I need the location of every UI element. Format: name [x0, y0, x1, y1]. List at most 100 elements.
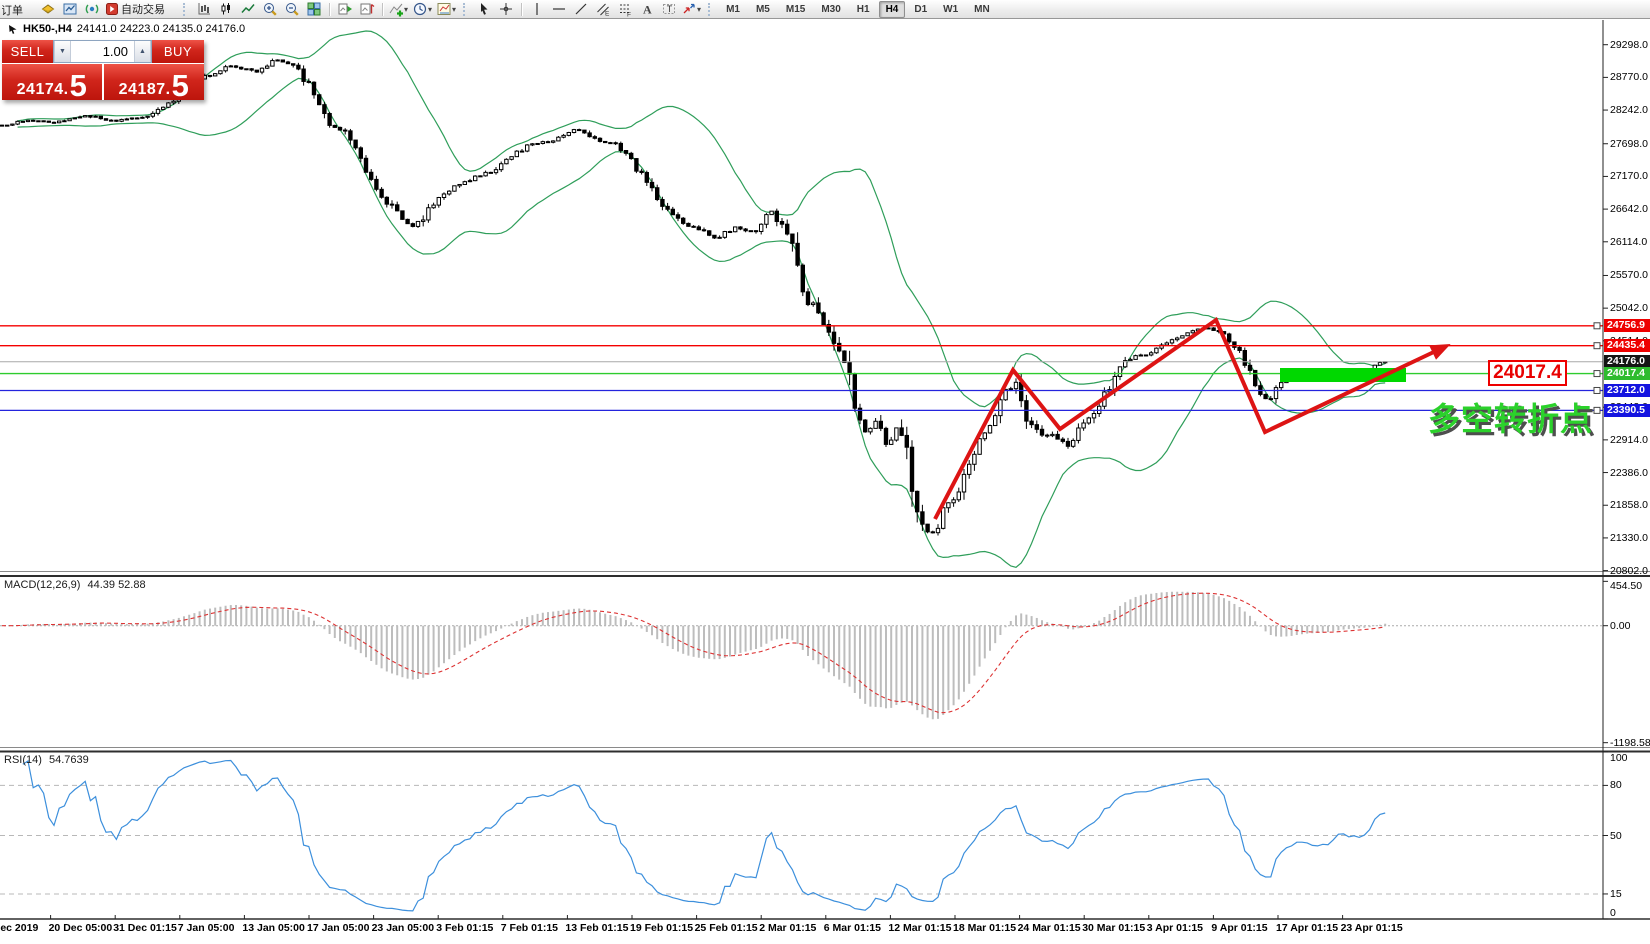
macd-indicator-label: MACD(12,26,9) 44.39 52.88 [4, 579, 146, 591]
buy-button[interactable]: BUY [152, 40, 204, 63]
x-axis-label: 30 Mar 01:15 [1082, 922, 1146, 934]
bar-chart-icon [198, 3, 210, 15]
text-icon: A [643, 3, 652, 17]
new-order-button[interactable]: 新订单 [2, 1, 36, 18]
signal-broadcast-icon [85, 4, 99, 14]
horizontal-line-icon [553, 8, 566, 10]
price-zone-label-box[interactable]: 24017.4 [1488, 360, 1567, 386]
sell-button[interactable]: SELL [2, 40, 53, 63]
x-axis-label: 24 Mar 01:15 [1017, 922, 1081, 934]
macd-axis-label: -1198.58 [1610, 736, 1650, 749]
period-dropdown-caret: ▾ [428, 4, 433, 14]
crosshair-tool-button[interactable] [496, 1, 516, 18]
templates-button[interactable]: ▾ [436, 1, 458, 18]
bar-chart-mode-button[interactable] [194, 1, 214, 18]
rsi-axis-label: 80 [1610, 779, 1622, 792]
buy-price-display[interactable]: 24187. 5 [104, 64, 204, 103]
y-axis-label: 21330.0 [1610, 531, 1648, 544]
main-toolbar: 新订单 自动交易 ▾ ▾ [0, 0, 1650, 19]
timeframe-button-mn[interactable]: MN [967, 1, 997, 18]
timeframe-button-m30[interactable]: M30 [814, 1, 847, 18]
x-axis-label: 17 Apr 01:15 [1276, 922, 1339, 934]
toolbar-grip[interactable] [183, 2, 189, 16]
reversal-point-annotation[interactable]: 多空转折点 [1428, 394, 1593, 440]
x-axis-label: 31 Dec 01:15 [113, 922, 177, 934]
rsi-axis-label: 100 [1610, 752, 1628, 764]
zoom-in-button[interactable] [260, 1, 280, 18]
timeframe-button-m15[interactable]: M15 [779, 1, 812, 18]
trendline-tool-button[interactable] [571, 1, 591, 18]
fibonacci-tool-button[interactable]: F [615, 1, 635, 18]
arrows-tool-button[interactable]: ▾ [681, 1, 703, 18]
x-axis-label: 23 Apr 01:15 [1340, 922, 1403, 934]
text-label-icon: T [663, 4, 676, 14]
horizontal-line-tool-button[interactable] [549, 1, 569, 18]
volume-decrease-button[interactable]: ▼ [54, 41, 71, 62]
one-click-trading-panel: SELL ▼ 1.00 ▲ BUY 24174. 5 24187. 5 [2, 40, 204, 103]
scroll-to-end-button[interactable] [335, 1, 355, 18]
text-label-tool-button[interactable]: T [659, 1, 679, 18]
vertical-line-tool-button[interactable] [527, 1, 547, 18]
line-chart-mode-button[interactable] [238, 1, 258, 18]
indicator-add-icon [389, 3, 403, 17]
signals-button[interactable] [82, 1, 102, 18]
timeframe-button-h4[interactable]: H4 [878, 0, 906, 18]
zoom-out-button[interactable] [282, 1, 302, 18]
y-axis-label: 26642.0 [1610, 203, 1648, 216]
x-axis-label: 19 Feb 01:15 [630, 922, 694, 934]
templates-dropdown-caret: ▾ [452, 4, 457, 14]
cursor-tool-button[interactable] [474, 1, 494, 18]
toolbar-separator [521, 2, 523, 16]
order-ticket-icon [41, 4, 55, 14]
macd-values: 44.39 52.88 [87, 579, 146, 591]
sell-price-fraction: 5 [69, 67, 88, 103]
svg-text:A: A [643, 3, 652, 17]
toolbar-grip[interactable] [708, 2, 714, 16]
buy-price-fraction: 5 [171, 67, 190, 103]
fibonacci-icon: F [620, 4, 631, 18]
market-watch-button[interactable] [60, 1, 80, 18]
auto-scroll-button[interactable] [357, 1, 377, 18]
volume-increase-button[interactable]: ▲ [134, 41, 151, 62]
y-axis-label: 28770.0 [1610, 71, 1648, 84]
x-axis-label: 3 Feb 01:15 [436, 922, 494, 934]
y-axis-label: 25042.0 [1610, 302, 1648, 315]
tile-windows-button[interactable] [304, 1, 324, 18]
x-axis-label: 20 Dec 05:00 [48, 922, 113, 934]
price-tag: 24435.4 [1604, 339, 1650, 353]
timeframe-button-m1[interactable]: M1 [719, 1, 747, 18]
chart-title: HK50-,H4 24141.0 24223.0 24135.0 24176.0 [8, 23, 245, 35]
new-order-icon-button[interactable] [38, 1, 58, 18]
rsi-name: RSI(14) [4, 754, 42, 766]
price-tag: 23390.5 [1604, 403, 1650, 417]
x-axis-label: 6 Mar 01:15 [823, 922, 881, 934]
volume-input[interactable]: 1.00 [71, 41, 134, 62]
x-axis-label: 25 Feb 01:15 [694, 922, 758, 934]
trendline-icon [575, 3, 587, 15]
text-tool-button[interactable]: A [637, 1, 657, 18]
volume-stepper: ▼ 1.00 ▲ [53, 40, 152, 63]
y-axis-label: 25570.0 [1610, 269, 1648, 282]
svg-text:E: E [605, 11, 610, 18]
auto-scroll-icon [360, 3, 375, 15]
channel-tool-button[interactable]: E [593, 1, 613, 18]
chart-canvas[interactable] [0, 0, 1650, 944]
y-axis-label: 20802.0 [1610, 564, 1648, 577]
timeframe-button-m5[interactable]: M5 [749, 1, 777, 18]
autotrading-icon [106, 3, 118, 15]
macd-name: MACD(12,26,9) [4, 579, 81, 591]
sell-price-display[interactable]: 24174. 5 [2, 64, 102, 103]
timeframe-button-w1[interactable]: W1 [936, 1, 965, 18]
period-button[interactable]: ▾ [412, 1, 434, 18]
candlestick-mode-button[interactable] [216, 1, 236, 18]
timeframe-button-d1[interactable]: D1 [907, 1, 934, 18]
svg-text:F: F [627, 12, 631, 18]
crosshair-icon [500, 3, 513, 15]
autotrading-button[interactable]: 自动交易 [104, 1, 178, 18]
indicators-button[interactable]: ▾ [388, 1, 410, 18]
toolbar-grip[interactable] [463, 2, 469, 16]
timeframe-button-h1[interactable]: H1 [850, 1, 877, 18]
y-axis-label: 28242.0 [1610, 104, 1648, 117]
macd-axis-label: 0.00 [1610, 619, 1631, 632]
y-axis-label: 29298.0 [1610, 38, 1648, 51]
